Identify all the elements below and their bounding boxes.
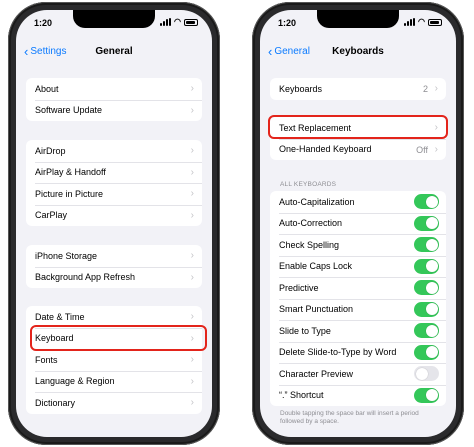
status-time: 1:20 xyxy=(278,18,297,28)
all-keyboards-toggles-group: Auto-Capitalization Auto-Correction Chec… xyxy=(270,191,446,406)
chevron-right-icon: › xyxy=(190,104,194,116)
predictive-switch[interactable] xyxy=(414,280,439,295)
list-item-one-handed-keyboard[interactable]: One-Handed Keyboard Off › xyxy=(270,138,446,161)
chevron-right-icon: › xyxy=(190,397,194,408)
toggle-row-check-spelling: Check Spelling xyxy=(270,234,446,256)
settings-group-1: About › Software Update › xyxy=(26,78,202,121)
chevron-right-icon: › xyxy=(190,83,194,94)
toggle-row-auto-correction: Auto-Correction xyxy=(270,212,446,235)
keyboards-count: 2 xyxy=(422,84,428,94)
page-title: General xyxy=(95,46,133,57)
list-item-language-region[interactable]: Language & Region › xyxy=(26,370,202,393)
wifi-icon: ◠ xyxy=(174,17,181,26)
section-header-all-keyboards: ALL KEYBOARDS xyxy=(280,181,337,188)
toggle-row-predictive: Predictive xyxy=(270,277,446,299)
list-item-background-app-refresh[interactable]: Background App Refresh › xyxy=(26,266,202,289)
chevron-right-icon: › xyxy=(434,83,438,94)
list-item-about[interactable]: About › xyxy=(26,78,202,100)
chevron-right-icon: › xyxy=(190,250,194,261)
auto-correction-switch[interactable] xyxy=(414,215,439,231)
delete-slide-to-type-switch[interactable] xyxy=(414,344,439,360)
settings-general-screen: 1:20 ◠ ‹ Settings General About › Softwar… xyxy=(16,10,212,437)
one-handed-value: Off xyxy=(416,144,428,155)
toggle-row-period-shortcut: “.” Shortcut xyxy=(270,384,446,407)
settings-group-4: Date & Time › Keyboard › Fonts › Language &… xyxy=(26,306,202,414)
battery-icon xyxy=(428,18,442,26)
character-preview-switch[interactable] xyxy=(414,366,439,381)
list-item-software-update[interactable]: Software Update › xyxy=(26,99,202,122)
chevron-right-icon: › xyxy=(190,311,194,322)
phone-frame-left: 1:20 ◠ ‹ Settings General About › Softwar… xyxy=(8,2,220,445)
keyboards-settings-screen: 1:20 ◠ ‹ General Keyboards Keyboards 2 › xyxy=(260,10,456,437)
chevron-right-icon: › xyxy=(190,145,194,156)
status-bar: 1:20 ◠ xyxy=(260,16,456,30)
toggle-row-auto-capitalization: Auto-Capitalization xyxy=(270,191,446,213)
toggle-row-delete-slide-to-type: Delete Slide-to-Type by Word xyxy=(270,341,446,364)
chevron-right-icon: › xyxy=(434,143,438,155)
chevron-right-icon: › xyxy=(190,166,194,178)
text-replacement-highlight-box xyxy=(268,115,448,139)
auto-capitalization-switch[interactable] xyxy=(414,194,439,209)
page-title: Keyboards xyxy=(332,46,384,57)
signal-icon xyxy=(160,18,172,26)
toggle-row-smart-punctuation: Smart Punctuation xyxy=(270,298,446,321)
slide-to-type-switch[interactable] xyxy=(414,323,439,338)
enable-caps-lock-switch[interactable] xyxy=(414,258,439,274)
list-item-picture-in-picture[interactable]: Picture in Picture › xyxy=(26,183,202,205)
wifi-icon: ◠ xyxy=(418,17,425,26)
battery-icon xyxy=(184,18,198,26)
chevron-right-icon: › xyxy=(190,375,194,387)
toggle-row-enable-caps-lock: Enable Caps Lock xyxy=(270,255,446,278)
check-spelling-switch[interactable] xyxy=(414,237,439,252)
navigation-bar: ‹ Settings General xyxy=(16,44,212,64)
list-item-fonts[interactable]: Fonts › xyxy=(26,349,202,371)
list-item-iphone-storage[interactable]: iPhone Storage › xyxy=(26,245,202,267)
status-time: 1:20 xyxy=(34,18,53,28)
settings-group-2: AirDrop › AirPlay & Handoff › Picture in P… xyxy=(26,140,202,226)
list-item-airplay-handoff[interactable]: AirPlay & Handoff › xyxy=(26,161,202,184)
keyboard-highlight-box xyxy=(30,325,207,351)
smart-punctuation-switch[interactable] xyxy=(414,301,439,317)
settings-group-3: iPhone Storage › Background App Refresh › xyxy=(26,245,202,288)
period-shortcut-footnote: Double tapping the space bar will insert… xyxy=(280,410,419,425)
toggle-row-character-preview: Character Preview xyxy=(270,363,446,385)
list-item-carplay[interactable]: CarPlay › xyxy=(26,204,202,227)
chevron-right-icon: › xyxy=(190,209,194,221)
list-item-keyboards[interactable]: Keyboards 2 › xyxy=(270,78,446,100)
navigation-bar: ‹ General Keyboards xyxy=(260,44,456,64)
period-shortcut-switch[interactable] xyxy=(414,387,439,403)
phone-frame-right: 1:20 ◠ ‹ General Keyboards Keyboards 2 › xyxy=(252,2,464,445)
chevron-right-icon: › xyxy=(190,354,194,365)
chevron-right-icon: › xyxy=(190,188,194,199)
toggle-row-slide-to-type: Slide to Type xyxy=(270,320,446,342)
list-item-airdrop[interactable]: AirDrop › xyxy=(26,140,202,162)
list-item-dictionary[interactable]: Dictionary › xyxy=(26,392,202,414)
chevron-right-icon: › xyxy=(190,271,194,283)
signal-icon xyxy=(404,18,416,26)
status-bar: 1:20 ◠ xyxy=(16,16,212,30)
keyboards-group: Keyboards 2 › xyxy=(270,78,446,100)
